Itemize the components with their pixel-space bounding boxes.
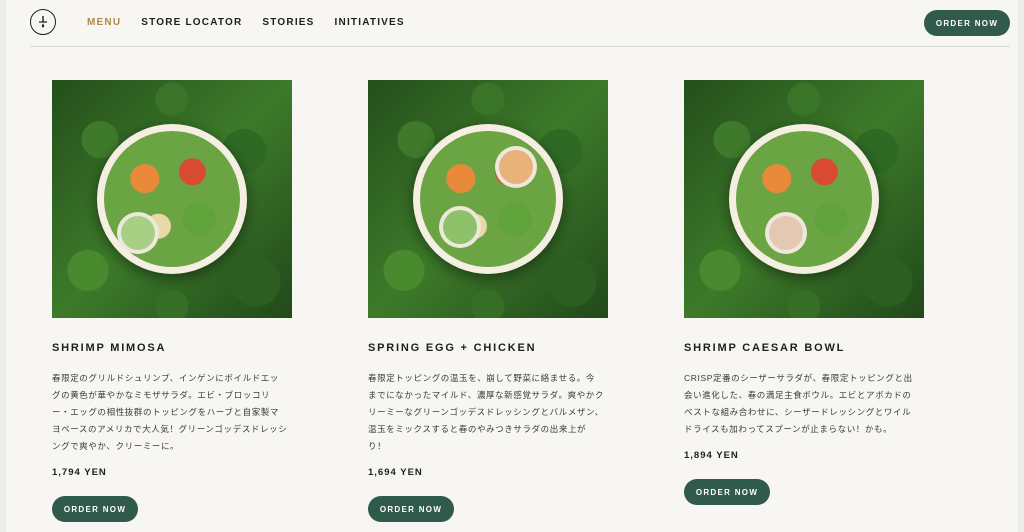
- order-now-button[interactable]: ORDER NOW: [52, 496, 138, 522]
- product-name: SHRIMP MIMOSA: [52, 342, 167, 354]
- product-price: 1,894 YEN: [684, 450, 739, 461]
- product-name: SHRIMP CAESAR BOWL: [684, 342, 846, 354]
- site-header: MENU STORE LOCATOR STORIES INITIATIVES O…: [30, 0, 1010, 47]
- nav-item-stories[interactable]: STORIES: [262, 17, 314, 28]
- product-card-shrimp-caesar-bowl: SHRIMP CAESAR BOWL CRISP定番のシーザーサラダが、春限定ト…: [684, 80, 924, 505]
- order-now-button[interactable]: ORDER NOW: [368, 496, 454, 522]
- product-card-spring-egg-chicken: SPRING EGG + CHICKEN 春限定トッピングの温玉を、崩して野菜に…: [368, 80, 608, 522]
- brand-logo-icon[interactable]: [30, 9, 56, 35]
- product-image[interactable]: [52, 80, 292, 318]
- product-price: 1,794 YEN: [52, 467, 107, 478]
- main-nav: MENU STORE LOCATOR STORIES INITIATIVES: [87, 17, 405, 28]
- nav-item-menu[interactable]: MENU: [87, 17, 121, 28]
- product-name: SPRING EGG + CHICKEN: [368, 342, 537, 354]
- header-order-now-button[interactable]: ORDER NOW: [924, 10, 1010, 36]
- order-now-button[interactable]: ORDER NOW: [684, 479, 770, 505]
- product-image[interactable]: [684, 80, 924, 318]
- salad-bowl-graphic: [413, 124, 563, 274]
- salad-bowl-graphic: [729, 124, 879, 274]
- product-description: 春限定のグリルドシュリンプ、インゲンにボイルドエッグの黄色が華やかなミモザサラダ…: [52, 373, 288, 451]
- product-price: 1,694 YEN: [368, 467, 423, 478]
- product-image[interactable]: [368, 80, 608, 318]
- salad-bowl-graphic: [97, 124, 247, 274]
- product-description: 春限定トッピングの温玉を、崩して野菜に絡ませる。今までになかったマイルド、濃厚な…: [368, 373, 605, 451]
- nav-item-store-locator[interactable]: STORE LOCATOR: [141, 17, 242, 28]
- product-card-shrimp-mimosa: SHRIMP MIMOSA 春限定のグリルドシュリンプ、インゲンにボイルドエッグ…: [52, 80, 292, 522]
- nav-item-initiatives[interactable]: INITIATIVES: [335, 17, 405, 28]
- product-description: CRISP定番のシーザーサラダが、春限定トッピングと出会い進化した、春の満足主食…: [684, 373, 913, 434]
